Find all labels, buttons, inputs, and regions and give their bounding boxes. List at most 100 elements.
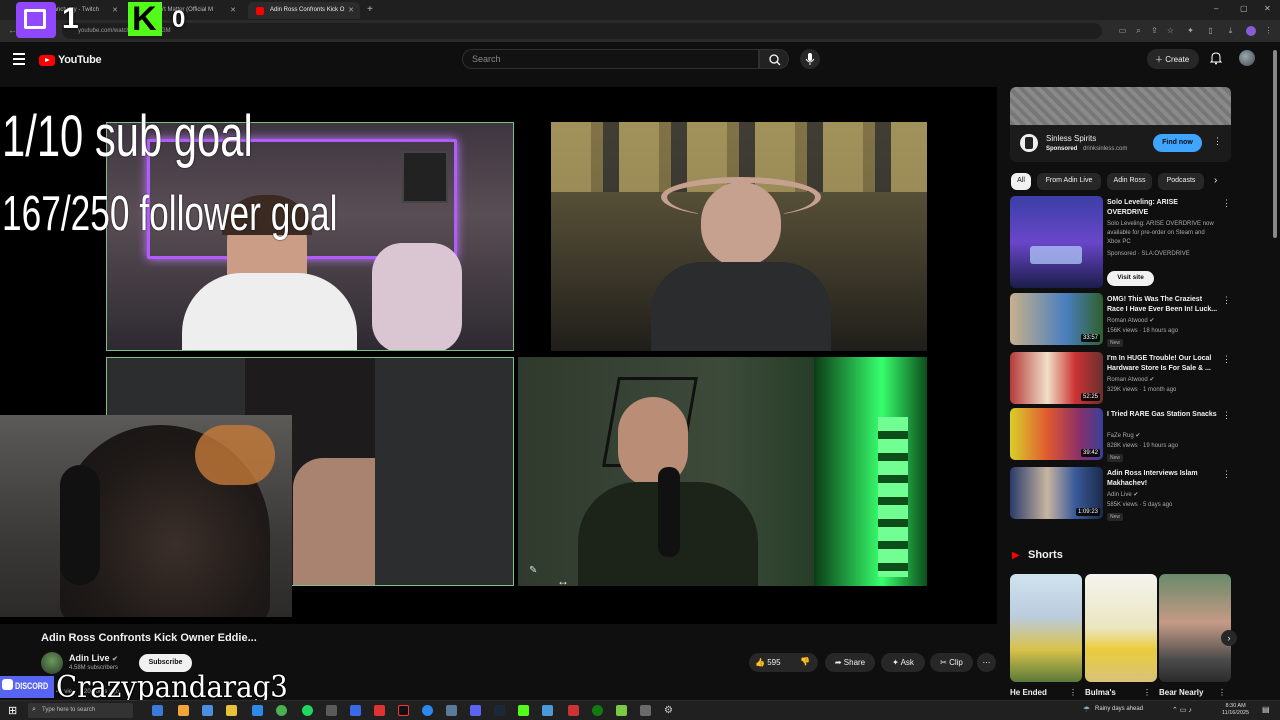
chip-podcasts[interactable]: Podcasts <box>1158 173 1204 190</box>
chip-all[interactable]: All <box>1011 173 1031 190</box>
file-explorer-icon[interactable] <box>226 705 237 716</box>
list-item[interactable]: Solo Leveling: ARISE OVERDRIVE Solo Leve… <box>1010 196 1240 288</box>
chrome-browser-icon[interactable] <box>276 705 287 716</box>
more-actions-button[interactable]: ⋯ <box>977 653 996 672</box>
rec-title: Adin Ross Interviews Islam Makhachev! <box>1107 470 1198 487</box>
rec-menu-icon[interactable]: ⋮ <box>1222 410 1231 421</box>
tiktok-icon[interactable] <box>398 705 409 716</box>
short-thumbnail[interactable] <box>1159 574 1231 682</box>
steam-icon[interactable] <box>494 705 505 716</box>
settings-gear-icon[interactable]: ⚙ <box>664 705 675 716</box>
create-label: Create <box>1165 55 1190 64</box>
ad-menu-icon[interactable]: ⋮ <box>1213 136 1222 147</box>
close-icon[interactable]: ✕ <box>112 6 118 14</box>
edge-browser-icon[interactable] <box>252 705 263 716</box>
short-thumbnail[interactable] <box>1010 574 1082 682</box>
xbox-icon[interactable] <box>592 705 603 716</box>
short-menu-icon[interactable]: ⋮ <box>1143 688 1151 697</box>
bookmark-star-icon[interactable]: ☆ <box>1166 26 1175 35</box>
taskbar-app-icon[interactable] <box>568 705 579 716</box>
page-scrollbar[interactable] <box>1273 50 1277 238</box>
twitch-counter: 1 <box>62 2 79 35</box>
chip-adin-ross[interactable]: Adin Ross <box>1107 173 1152 190</box>
taskbar-app-icon[interactable] <box>350 705 361 716</box>
taskbar-app-icon[interactable] <box>202 705 213 716</box>
list-item[interactable]: 39:42 I Tried RARE Gas Station Snacks Fa… <box>1010 408 1240 464</box>
windows-start-icon[interactable]: ⊞ <box>8 704 17 717</box>
taskbar-app-icon[interactable] <box>374 705 385 716</box>
browser-tab-active[interactable]: Adin Ross Confronts Kick O ✕ <box>248 2 360 19</box>
taskbar-app-icon[interactable] <box>542 705 553 716</box>
rec-menu-icon[interactable]: ⋮ <box>1222 469 1231 480</box>
taskbar-app-icon[interactable] <box>640 705 651 716</box>
taskbar-app-icon[interactable] <box>326 705 337 716</box>
video-player[interactable]: ✎ ↔ 1/10 sub goal 167/250 follower goal <box>0 87 997 624</box>
ad-info[interactable]: Sinless Spirits Sponsored drinksinless.c… <box>1010 125 1231 162</box>
tray-icons[interactable]: ⌃ ▭ ♪ <box>1172 706 1192 714</box>
taskbar-app-icon[interactable] <box>616 705 627 716</box>
find-now-button[interactable]: Find now <box>1153 134 1202 152</box>
ask-button[interactable]: ✦ Ask <box>881 653 925 672</box>
taskbar-search-input[interactable]: Type here to search <box>28 703 133 718</box>
close-icon[interactable]: ✕ <box>230 6 236 14</box>
system-clock[interactable]: 8:30 AM 11/16/2025 <box>1222 703 1249 717</box>
short-menu-icon[interactable]: ⋮ <box>1069 688 1077 697</box>
rec-stats: 585K views · 5 days ago <box>1107 502 1173 508</box>
scissors-icon: ✂ <box>940 658 950 667</box>
create-button[interactable]: ＋ Create <box>1147 49 1199 69</box>
new-tab-button[interactable]: + <box>367 4 373 15</box>
rec-title: Solo Leveling: ARISE OVERDRIVE <box>1107 199 1178 216</box>
hamburger-menu-icon[interactable] <box>13 53 25 65</box>
short-menu-icon[interactable]: ⋮ <box>1218 688 1226 697</box>
rec-menu-icon[interactable]: ⋮ <box>1222 198 1231 209</box>
dislike-button[interactable]: 👎 <box>794 653 818 672</box>
youtube-logo-text: YouTube <box>58 54 102 66</box>
profile-icon[interactable] <box>1246 26 1256 36</box>
rec-menu-icon[interactable]: ⋮ <box>1222 295 1231 306</box>
chevron-right-icon[interactable]: › <box>1214 175 1217 186</box>
minimize-icon[interactable]: – <box>1214 4 1218 13</box>
menu-dots-icon[interactable]: ⋮ <box>1264 26 1273 35</box>
rec-title: OMG! This Was The Craziest Race I Have E… <box>1107 296 1218 313</box>
visit-site-button[interactable]: Visit site <box>1107 271 1154 286</box>
youtube-logo[interactable]: YouTube <box>39 53 102 67</box>
cast-icon[interactable]: ▭ <box>1118 26 1127 35</box>
chip-from-adin-live[interactable]: From Adin Live <box>1037 173 1101 190</box>
maximize-icon[interactable]: ▢ <box>1240 4 1248 13</box>
spotify-icon[interactable] <box>302 705 313 716</box>
search-button[interactable] <box>759 49 789 69</box>
notification-center-icon[interactable]: ▤ <box>1262 705 1270 714</box>
share-page-icon[interactable]: ⇪ <box>1150 26 1159 35</box>
shorts-next-button[interactable]: › <box>1221 630 1237 646</box>
taskbar-app-icon[interactable] <box>152 705 163 716</box>
discord-icon <box>2 679 13 690</box>
sparkle-icon: ✦ <box>892 658 901 667</box>
sidebar-icon[interactable]: ▯ <box>1206 26 1215 35</box>
taskbar-app-icon[interactable] <box>422 705 433 716</box>
share-button[interactable]: ➦ Share <box>825 653 875 672</box>
close-window-icon[interactable]: ✕ <box>1264 4 1271 13</box>
close-icon[interactable]: ✕ <box>348 6 354 14</box>
downloads-icon[interactable]: ⤓ <box>1226 26 1235 35</box>
rec-menu-icon[interactable]: ⋮ <box>1222 354 1231 365</box>
zoom-icon[interactable]: ⌕ <box>1134 26 1143 35</box>
url-input[interactable]: youtube.com/watch?v=1TuUm-GM <box>62 23 1102 39</box>
list-item[interactable]: 1:09:23 Adin Ross Interviews Islam Makha… <box>1010 467 1240 523</box>
notifications-bell-icon[interactable] <box>1209 51 1223 65</box>
clip-button[interactable]: ✂ Clip <box>930 653 973 672</box>
voice-search-button[interactable] <box>800 49 820 69</box>
short-thumbnail[interactable] <box>1085 574 1157 682</box>
discord-taskbar-icon[interactable] <box>470 705 481 716</box>
ad-banner-image[interactable] <box>1010 87 1231 125</box>
kick-taskbar-icon[interactable] <box>518 705 529 716</box>
taskbar-app-icon[interactable] <box>446 705 457 716</box>
taskbar-app-icon[interactable] <box>178 705 189 716</box>
kick-counter: 0 <box>172 6 186 33</box>
search-input[interactable]: Search <box>462 49 759 69</box>
list-item[interactable]: 52:25 I'm In HUGE Trouble! Our Local Har… <box>1010 352 1240 408</box>
extensions-icon[interactable]: ✦ <box>1186 26 1195 35</box>
account-avatar[interactable] <box>1239 50 1255 66</box>
windows-taskbar: ⊞ Type here to search ⌕ ⚙ ☂ Rainy days a… <box>0 700 1280 720</box>
channel-name[interactable]: Adin Live ✔ <box>69 653 118 663</box>
list-item[interactable]: 33:57 OMG! This Was The Craziest Race I … <box>1010 293 1240 349</box>
